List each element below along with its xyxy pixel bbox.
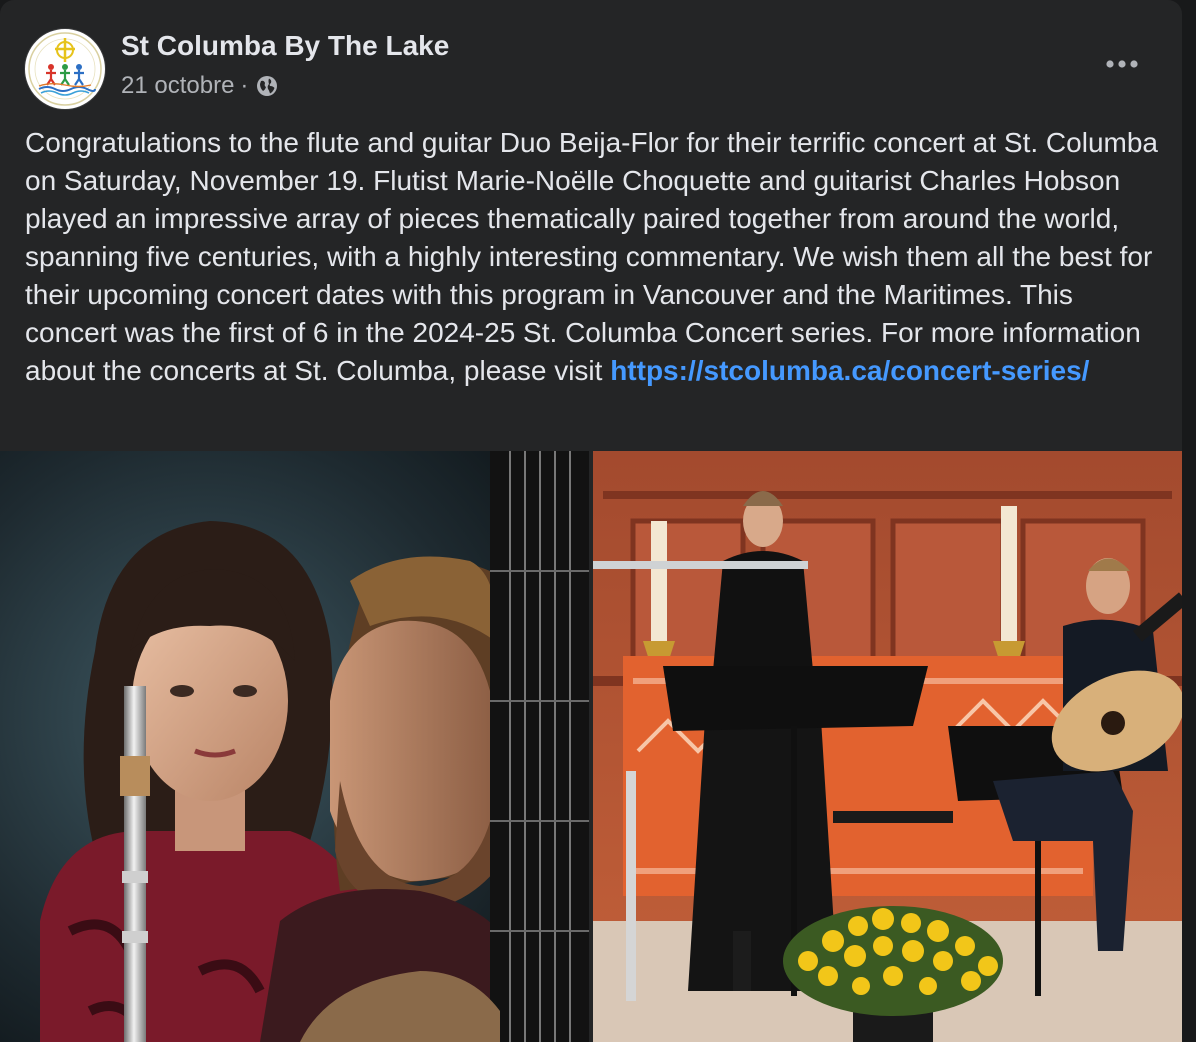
meta-separator: · [240,72,249,99]
facebook-post: St Columba By The Lake 21 octobre · Cong… [0,0,1182,1042]
post-date[interactable]: 21 octobre [121,72,234,100]
post-meta: 21 octobre · [121,72,278,100]
more-options-icon [1106,60,1138,68]
concert-series-link[interactable]: https://stcolumba.ca/concert-series/ [610,355,1089,386]
post-header: St Columba By The Lake 21 octobre · [0,0,1182,120]
post-body: Congratulations to the flute and guitar … [25,124,1165,390]
more-options-button[interactable] [1096,48,1148,80]
duo-portrait-photo[interactable] [0,451,589,1042]
globe-icon[interactable] [256,75,278,97]
page-avatar[interactable] [24,28,106,110]
photo-grid [0,451,1182,1042]
church-logo-icon [28,32,102,106]
page-name-link[interactable]: St Columba By The Lake [121,30,449,62]
concert-photo[interactable] [593,451,1182,1042]
post-body-text: Congratulations to the flute and guitar … [25,127,1158,386]
